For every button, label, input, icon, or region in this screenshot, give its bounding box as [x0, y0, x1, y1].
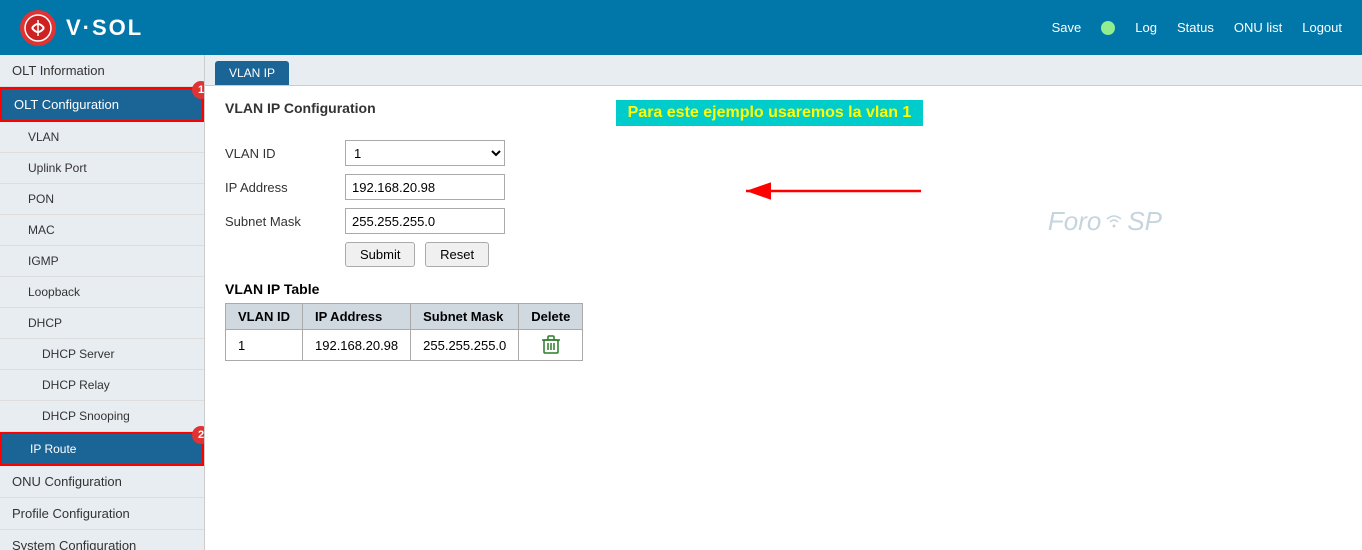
col-delete: Delete	[519, 304, 583, 330]
vlan-ip-table: VLAN ID IP Address Subnet Mask Delete 1 …	[225, 303, 583, 361]
sidebar-item-dhcp-server[interactable]: DHCP Server	[0, 339, 204, 370]
reset-button[interactable]: Reset	[425, 242, 489, 267]
vlan-id-label: VLAN ID	[225, 146, 345, 161]
delete-icon[interactable]	[531, 335, 570, 355]
watermark-text-foro: Foro	[1048, 206, 1101, 237]
sidebar-item-system-configuration[interactable]: System Configuration	[0, 530, 204, 550]
cell-ip-address: 192.168.20.98	[303, 330, 411, 361]
tab-bar: VLAN IP	[205, 55, 1362, 86]
col-subnet-mask: Subnet Mask	[411, 304, 519, 330]
header-right: Save Log Status ONU list Logout	[1052, 20, 1342, 35]
logo-area: V·SOL	[20, 10, 143, 46]
sidebar: OLT Information OLT Configuration 1 VLAN…	[0, 55, 205, 550]
table-header-row: VLAN ID IP Address Subnet Mask Delete	[226, 304, 583, 330]
subnet-mask-label: Subnet Mask	[225, 214, 345, 229]
table-row: 1 192.168.20.98 255.255.255.0	[226, 330, 583, 361]
annotation-text: Para este ejemplo usaremos la vlan 1	[616, 100, 924, 126]
cell-vlan-id: 1	[226, 330, 303, 361]
badge-1: 1	[192, 81, 205, 99]
vlan-id-select[interactable]: 1	[345, 140, 505, 166]
badge-2: 2	[192, 426, 205, 444]
table-title: VLAN IP Table	[225, 281, 1342, 297]
title-row: VLAN IP Configuration Para este ejemplo …	[225, 100, 1342, 128]
sidebar-item-uplink-port[interactable]: Uplink Port	[0, 153, 204, 184]
sidebar-item-mac[interactable]: MAC	[0, 215, 204, 246]
logo-icon	[20, 10, 56, 46]
sidebar-item-dhcp-snooping[interactable]: DHCP Snooping	[0, 401, 204, 432]
watermark: Foro SP	[1048, 206, 1162, 237]
log-link[interactable]: Log	[1135, 20, 1157, 35]
watermark-text-isp: SP	[1127, 206, 1162, 237]
vlan-id-row: VLAN ID 1	[225, 140, 1342, 166]
main-layout: OLT Information OLT Configuration 1 VLAN…	[0, 55, 1362, 550]
cell-subnet-mask: 255.255.255.0	[411, 330, 519, 361]
cell-delete[interactable]	[519, 330, 583, 361]
sidebar-item-dhcp[interactable]: DHCP	[0, 308, 204, 339]
sidebar-item-loopback[interactable]: Loopback	[0, 277, 204, 308]
sidebar-item-vlan[interactable]: VLAN	[0, 122, 204, 153]
col-ip-address: IP Address	[303, 304, 411, 330]
sidebar-item-pon[interactable]: PON	[0, 184, 204, 215]
tab-vlan-ip[interactable]: VLAN IP	[215, 61, 289, 85]
sidebar-item-ip-route[interactable]: IP Route 2	[0, 432, 204, 466]
sidebar-item-olt-information[interactable]: OLT Information	[0, 55, 204, 87]
content-area: VLAN IP VLAN IP Configuration Para este …	[205, 55, 1362, 550]
ip-address-input[interactable]	[345, 174, 505, 200]
submit-button[interactable]: Submit	[345, 242, 415, 267]
logo-text: V·SOL	[66, 15, 143, 41]
onu-list-link[interactable]: ONU list	[1234, 20, 1282, 35]
sidebar-item-igmp[interactable]: IGMP	[0, 246, 204, 277]
status-link[interactable]: Status	[1177, 20, 1214, 35]
sidebar-item-dhcp-relay[interactable]: DHCP Relay	[0, 370, 204, 401]
form-buttons: Submit Reset	[345, 242, 1342, 267]
section-title: VLAN IP Configuration	[225, 100, 376, 116]
status-indicator	[1101, 21, 1115, 35]
sidebar-item-onu-configuration[interactable]: ONU Configuration	[0, 466, 204, 498]
logout-link[interactable]: Logout	[1302, 20, 1342, 35]
header: V·SOL Save Log Status ONU list Logout	[0, 0, 1362, 55]
sidebar-item-profile-configuration[interactable]: Profile Configuration	[0, 498, 204, 530]
subnet-mask-input[interactable]	[345, 208, 505, 234]
sidebar-item-olt-configuration[interactable]: OLT Configuration 1	[0, 87, 204, 122]
subnet-mask-row: Subnet Mask	[225, 208, 1342, 234]
ip-address-label: IP Address	[225, 180, 345, 195]
col-vlan-id: VLAN ID	[226, 304, 303, 330]
content-body: VLAN IP Configuration Para este ejemplo …	[205, 86, 1362, 375]
arrow-decoration	[741, 176, 941, 209]
save-button[interactable]: Save	[1052, 20, 1082, 35]
